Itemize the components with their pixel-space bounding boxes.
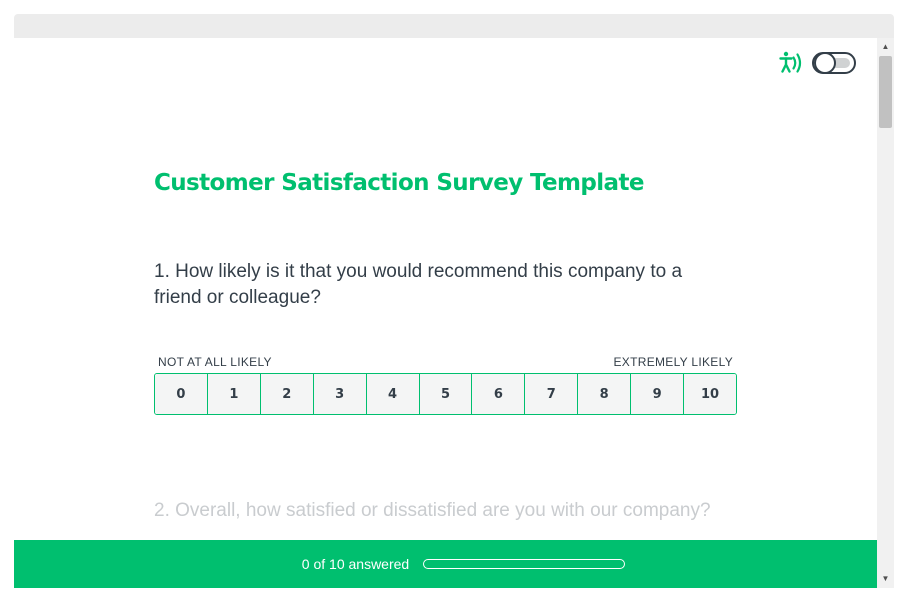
question-2-text[interactable]: 2. Overall, how satisfied or dissatisfie…: [154, 500, 711, 522]
nps-option-8[interactable]: 8: [578, 374, 632, 414]
nps-option-4[interactable]: 4: [366, 374, 420, 414]
nps-option-6[interactable]: 6: [472, 374, 526, 414]
scale-low-label: NOT AT ALL LIKELY: [158, 355, 272, 369]
nps-option-3[interactable]: 3: [313, 374, 367, 414]
nps-option-1[interactable]: 1: [207, 374, 261, 414]
vertical-scrollbar[interactable]: ▲ ▼: [877, 38, 894, 588]
survey-page: Customer Satisfaction Survey Template 1.…: [14, 38, 877, 588]
nps-option-9[interactable]: 9: [631, 374, 685, 414]
survey-title: Customer Satisfaction Survey Template: [154, 170, 644, 196]
scrollbar-thumb[interactable]: [879, 56, 892, 128]
progress-bar: [423, 559, 626, 569]
scale-high-label: EXTREMELY LIKELY: [613, 355, 733, 369]
nps-rating-scale: 0 1 2 3 4 5 6 7 8 9 10: [154, 373, 737, 415]
nps-option-5[interactable]: 5: [419, 374, 473, 414]
accessibility-controls: [778, 50, 856, 76]
nps-option-10[interactable]: 10: [684, 374, 736, 414]
scroll-up-arrow-icon[interactable]: ▲: [877, 40, 894, 54]
nps-option-7[interactable]: 7: [525, 374, 579, 414]
nps-option-2[interactable]: 2: [260, 374, 314, 414]
accessibility-toggle[interactable]: [812, 52, 856, 74]
progress-label: 0 of 10 answered: [301, 556, 410, 572]
browser-window: Customer Satisfaction Survey Template 1.…: [0, 0, 909, 602]
progress-footer: 0 of 10 answered: [14, 540, 877, 588]
nps-option-0[interactable]: 0: [155, 374, 208, 414]
scroll-down-arrow-icon[interactable]: ▼: [877, 572, 894, 586]
accessibility-audio-icon: [779, 51, 802, 73]
toggle-knob: [814, 52, 836, 74]
question-1-text: 1. How likely is it that you would recom…: [154, 261, 683, 308]
